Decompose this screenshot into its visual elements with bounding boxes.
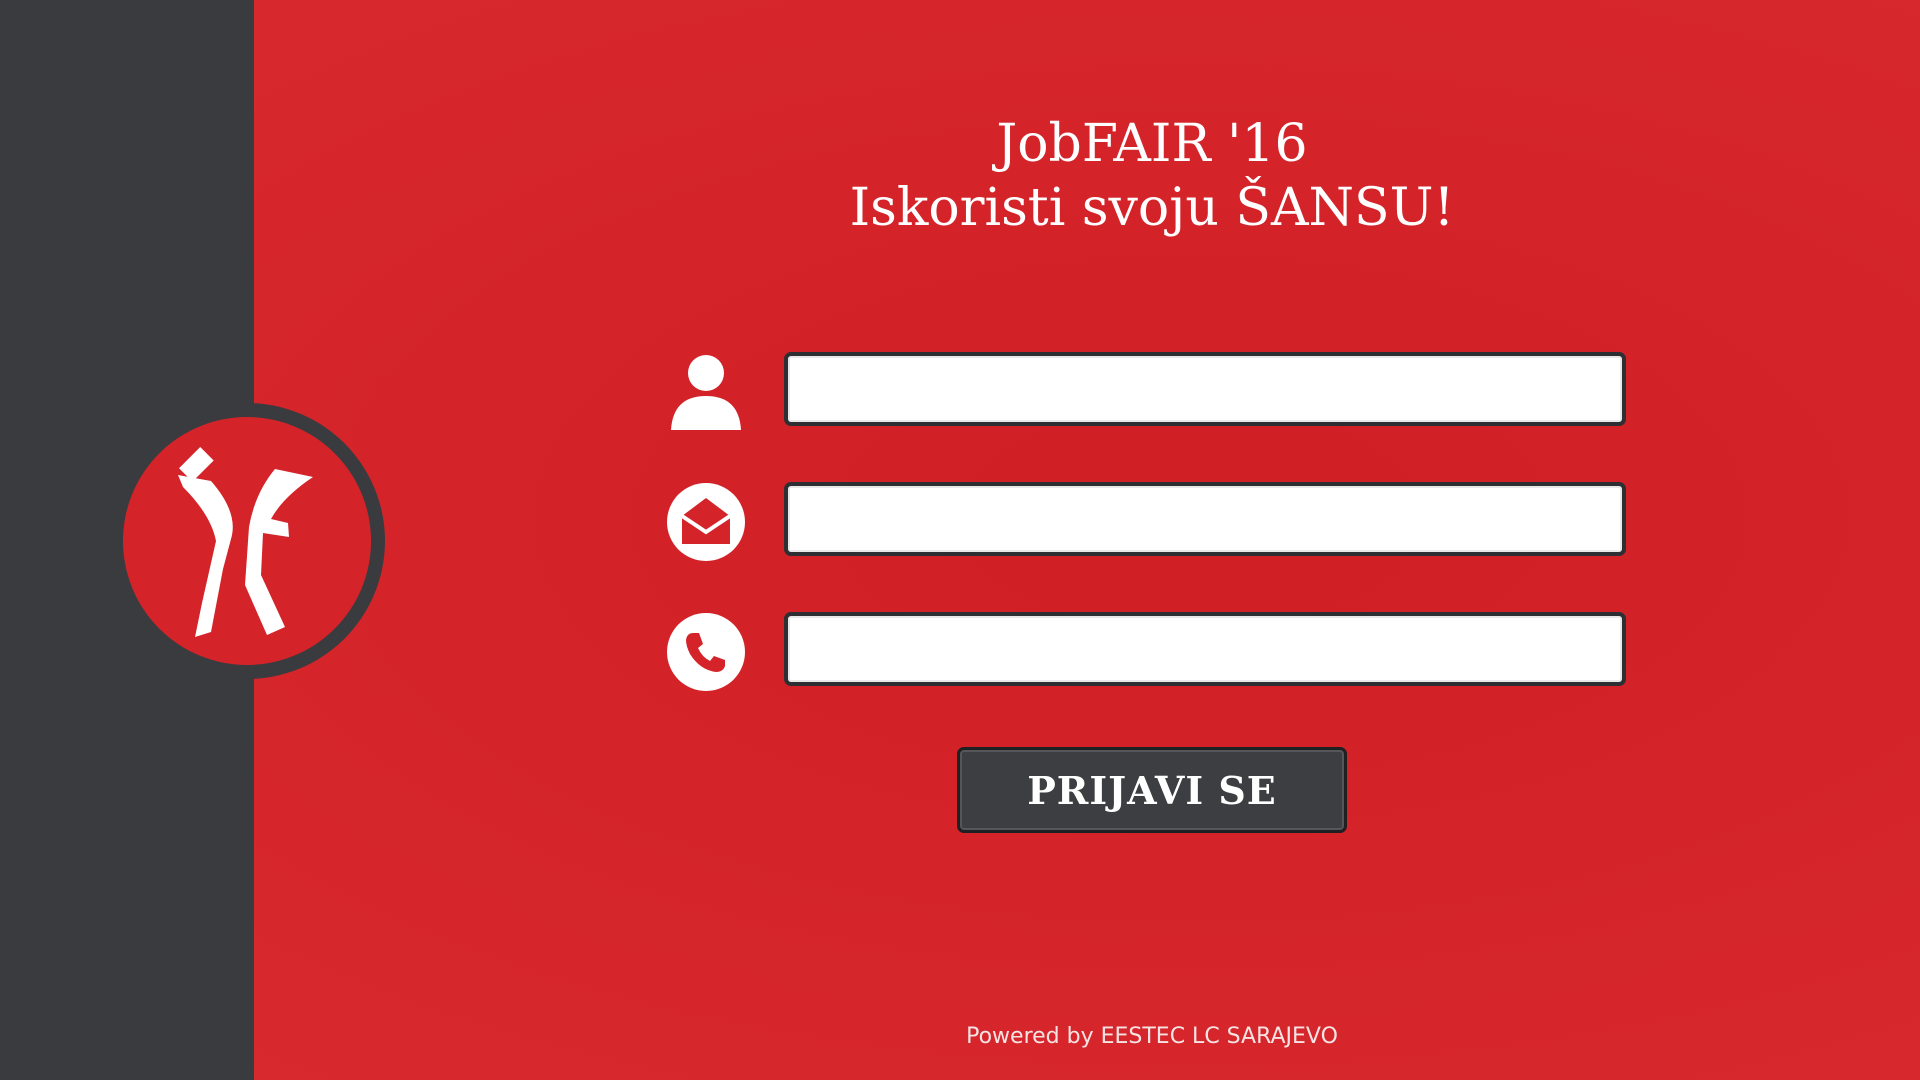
user-icon bbox=[666, 352, 746, 432]
name-field-row bbox=[660, 352, 1635, 432]
page-heading: JobFAIR '16 Iskoristi svoju ŠANSU! bbox=[752, 112, 1552, 240]
phone-icon bbox=[666, 612, 746, 692]
email-icon bbox=[666, 482, 746, 562]
phone-field-row bbox=[660, 612, 1635, 692]
page-subtitle: Iskoristi svoju ŠANSU! bbox=[849, 178, 1455, 238]
phone-input[interactable] bbox=[784, 612, 1626, 686]
page-title: JobFAIR '16 bbox=[996, 114, 1308, 174]
footer-credit: Powered by EESTEC LC SARAJEVO bbox=[966, 1024, 1338, 1049]
name-input[interactable] bbox=[784, 352, 1626, 426]
jobfair-logo bbox=[123, 417, 371, 665]
email-field-row bbox=[660, 482, 1635, 562]
email-input[interactable] bbox=[784, 482, 1626, 556]
jobfair-logo-icon bbox=[178, 447, 313, 637]
login-button[interactable]: PRIJAVI SE bbox=[957, 747, 1347, 833]
